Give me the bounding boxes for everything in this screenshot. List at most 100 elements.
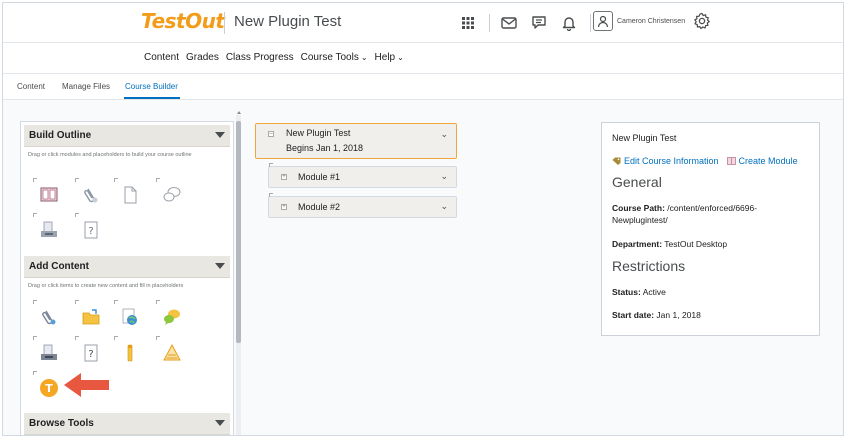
mail-icon[interactable] xyxy=(498,12,520,34)
dropbox-icon[interactable] xyxy=(33,336,59,363)
checklist-icon[interactable] xyxy=(114,336,140,363)
module-icon[interactable] xyxy=(33,178,59,205)
builder-sidebar: Build Outline Drag or click modules and … xyxy=(20,121,234,435)
nav-items: Content Grades Class Progress Course Too… xyxy=(144,52,411,63)
svg-text:?: ? xyxy=(88,226,93,237)
gear-icon[interactable] xyxy=(693,12,711,30)
nav-help[interactable]: Help ⌄ xyxy=(375,52,404,63)
scroll-up-arrow[interactable] xyxy=(237,111,241,114)
nav-help-label: Help xyxy=(374,52,396,63)
top-icons xyxy=(457,11,599,35)
logo-separator xyxy=(224,12,225,34)
create-module-link[interactable]: Create Module xyxy=(726,156,798,166)
survey-icon[interactable] xyxy=(156,336,182,363)
department-label: Department: xyxy=(612,239,663,249)
collapse-toggle-icon[interactable]: – xyxy=(268,131,274,137)
discussion-placeholder-icon[interactable] xyxy=(156,178,182,205)
info-course-title: New Plugin Test xyxy=(612,133,677,143)
testout-logo[interactable]: TestOut xyxy=(141,9,225,33)
app-window: TestOut New Plugin Test Cameron Christen… xyxy=(2,2,844,436)
grid-icon[interactable] xyxy=(457,12,479,34)
course-builder-main: Build Outline Drag or click modules and … xyxy=(3,100,843,435)
general-heading: General xyxy=(612,174,662,190)
nav-content[interactable]: Content xyxy=(144,52,179,63)
nav-grades[interactable]: Grades xyxy=(186,52,219,63)
browse-tools-header[interactable]: Browse Tools xyxy=(24,413,230,435)
tab-course-builder[interactable]: Course Builder xyxy=(125,82,178,91)
content-tabs: Content Manage Files Course Builder xyxy=(3,74,843,100)
build-outline-description: Drag or click modules and placeholders t… xyxy=(28,152,192,158)
course-info-panel: New Plugin Test Edit Course Information … xyxy=(601,122,820,336)
module-node[interactable]: + Module #2 ⌄ xyxy=(268,193,457,218)
course-title[interactable]: New Plugin Test xyxy=(234,13,341,30)
department-value: TestOut Desktop xyxy=(664,239,728,249)
attachment-placeholder-icon[interactable] xyxy=(75,178,101,205)
add-content-header[interactable]: Add Content xyxy=(24,256,230,278)
create-module-label: Create Module xyxy=(738,156,798,166)
course-navbar: Content Grades Class Progress Course Too… xyxy=(3,43,843,74)
start-date-value: Jan 1, 2018 xyxy=(656,310,701,320)
status-value: Active xyxy=(642,287,666,297)
status-row: Status: Active xyxy=(612,286,812,298)
browse-tools-title: Browse Tools xyxy=(29,418,94,429)
chevron-down-icon[interactable]: ⌄ xyxy=(440,201,448,212)
add-content-title: Add Content xyxy=(29,261,89,272)
caret-down-icon xyxy=(215,420,225,426)
tab-content[interactable]: Content xyxy=(17,82,45,91)
chevron-down-icon[interactable]: ⌄ xyxy=(440,129,448,140)
web-link-icon[interactable] xyxy=(114,300,140,327)
restrictions-heading: Restrictions xyxy=(612,258,686,274)
module-name: Module #2 xyxy=(298,202,341,212)
testout-plugin-icon[interactable]: T xyxy=(33,371,59,398)
expand-toggle-icon[interactable]: + xyxy=(281,174,287,180)
course-root-node[interactable]: – New Plugin Test Begins Jan 1, 2018 ⌄ xyxy=(255,123,457,159)
nav-course-tools-label: Course Tools xyxy=(300,52,359,63)
caret-down-icon xyxy=(215,132,225,138)
quiz-placeholder-icon[interactable]: ? xyxy=(75,213,101,240)
caret-down-icon xyxy=(215,263,225,269)
chevron-down-icon[interactable]: ⌄ xyxy=(440,171,448,182)
user-avatar-icon[interactable] xyxy=(593,11,613,31)
chevron-down-icon: ⌄ xyxy=(360,53,368,62)
chat-icon[interactable] xyxy=(528,12,550,34)
icon-separator xyxy=(489,14,490,32)
folder-icon[interactable] xyxy=(75,300,101,327)
svg-text:?: ? xyxy=(88,349,93,360)
sidebar-scrollbar[interactable] xyxy=(236,115,241,435)
top-bar: TestOut New Plugin Test Cameron Christen… xyxy=(3,3,843,43)
info-actions: Edit Course Information Create Module xyxy=(612,156,806,166)
attachment-icon[interactable] xyxy=(33,300,59,327)
root-node-name: New Plugin Test xyxy=(286,128,351,138)
course-path-label: Course Path: xyxy=(612,203,665,213)
page-placeholder-icon[interactable] xyxy=(114,178,140,205)
edit-course-info-label: Edit Course Information xyxy=(624,156,719,166)
scrollbar-thumb[interactable] xyxy=(236,121,241,343)
quiz-icon[interactable]: ? xyxy=(75,336,101,363)
icon-separator-2 xyxy=(590,14,591,32)
svg-text:T: T xyxy=(45,382,53,395)
active-tab-indicator xyxy=(124,97,180,99)
course-path-row: Course Path: /content/enforced/6696-Newp… xyxy=(612,202,812,226)
highlight-arrow-icon xyxy=(64,372,110,398)
expand-toggle-icon[interactable]: + xyxy=(281,204,287,210)
start-date-label: Start date: xyxy=(612,310,655,320)
department-row: Department: TestOut Desktop xyxy=(612,238,812,250)
module-name: Module #1 xyxy=(298,172,341,182)
nav-class-progress[interactable]: Class Progress xyxy=(226,52,294,63)
bell-icon[interactable] xyxy=(558,12,580,34)
dropbox-placeholder-icon[interactable] xyxy=(33,213,59,240)
tab-manage-files[interactable]: Manage Files xyxy=(62,82,110,91)
status-label: Status: xyxy=(612,287,641,297)
add-content-description: Drag or click items to create new conten… xyxy=(28,283,184,289)
build-outline-title: Build Outline xyxy=(29,130,92,141)
edit-course-info-link[interactable]: Edit Course Information xyxy=(612,156,719,166)
user-name[interactable]: Cameron Christensen xyxy=(617,18,685,25)
discussion-icon[interactable] xyxy=(156,300,182,327)
user-menu[interactable]: Cameron Christensen xyxy=(593,11,711,31)
chevron-down-icon: ⌄ xyxy=(397,53,404,62)
module-node[interactable]: + Module #1 ⌄ xyxy=(268,163,457,188)
build-outline-header[interactable]: Build Outline xyxy=(24,125,230,147)
start-date-row: Start date: Jan 1, 2018 xyxy=(612,309,812,321)
tag-icon xyxy=(612,157,621,165)
nav-course-tools[interactable]: Course Tools ⌄ xyxy=(301,52,368,63)
